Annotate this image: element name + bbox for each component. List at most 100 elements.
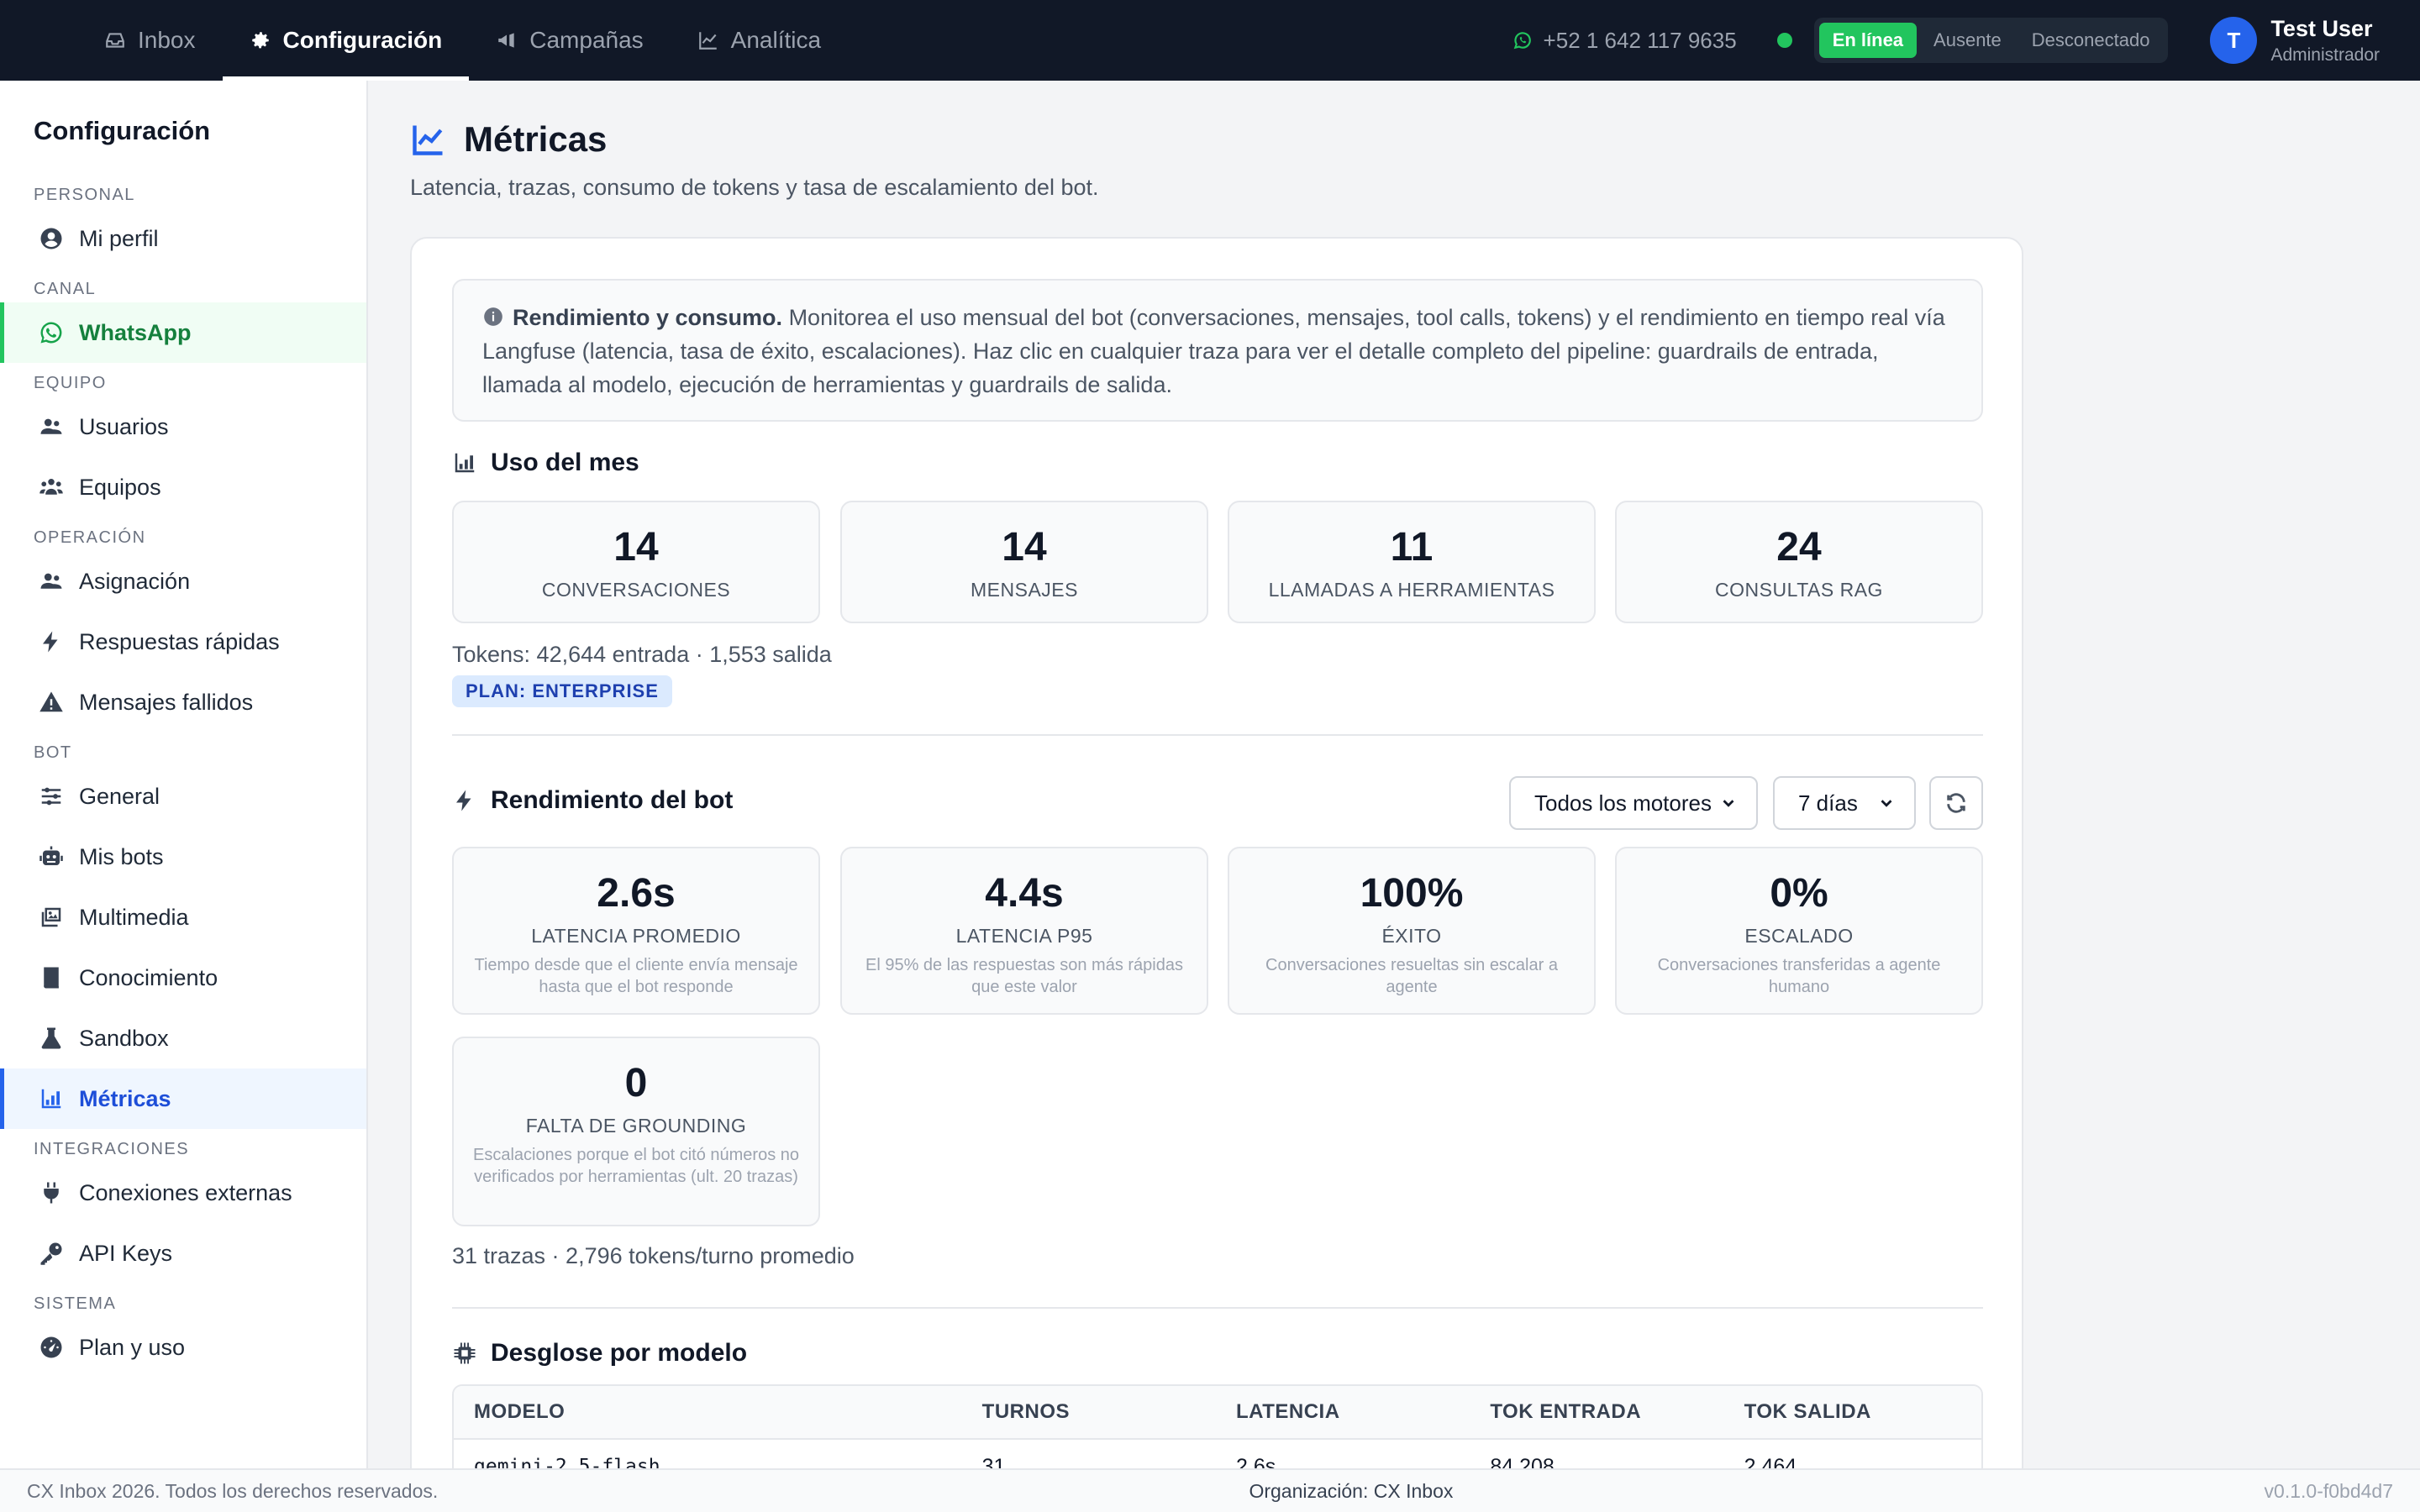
user-circle-icon (40, 228, 62, 249)
stat-label: ÉXITO (1381, 925, 1442, 947)
whatsapp-icon (40, 322, 62, 344)
chart-line-icon (698, 32, 717, 50)
robot-icon (39, 846, 63, 865)
tab-inbox-label: Inbox (138, 27, 196, 53)
book-icon (44, 967, 59, 989)
chart-line-icon (413, 125, 443, 155)
section-sistema: SISTEMA (34, 1294, 117, 1313)
column-header[interactable]: MODELO (454, 1400, 982, 1424)
stat-card-tool-calls: 11 LLAMADAS A HERRAMIENTAS (1228, 501, 1596, 623)
stat-label: FALTA DE GROUNDING (525, 1115, 747, 1137)
status-toggle: En línea Ausente Desconectado (1813, 18, 2169, 63)
stat-description: El 95% de las respuestas son más rápidas… (865, 956, 1183, 996)
warning-icon (39, 691, 63, 712)
sidebar-item-sandbox[interactable]: Sandbox (0, 1008, 366, 1068)
sidebar-item-failed-messages[interactable]: Mensajes fallidos (0, 672, 366, 732)
sidebar-item-label: Sandbox (79, 1025, 169, 1051)
sidebar-item-multimedia[interactable]: Multimedia (0, 887, 366, 948)
sidebar-item-users[interactable]: Usuarios (0, 396, 366, 457)
metrics-card: Rendimiento y consumo. Monitorea el uso … (410, 237, 2023, 1468)
settings-sidebar: Configuración PERSONAL Mi perfil CANAL W… (0, 81, 368, 1468)
refresh-button[interactable] (1929, 776, 1983, 830)
sidebar-item-label: Plan y uso (79, 1334, 186, 1360)
stat-label: LLAMADAS A HERRAMIENTAS (1268, 579, 1555, 601)
status-online[interactable]: En línea (1818, 23, 1918, 58)
phone-number: +52 1 642 117 9635 (1543, 27, 1737, 53)
avatar[interactable]: T (2210, 17, 2258, 64)
images-icon (41, 907, 61, 927)
sidebar-item-teams[interactable]: Equipos (0, 457, 366, 517)
sidebar-item-whatsapp[interactable]: WhatsApp (0, 302, 366, 363)
info-icon (484, 307, 502, 326)
megaphone-icon (498, 33, 514, 48)
stat-card-rag-queries: 24 CONSULTAS RAG (1615, 501, 1983, 623)
gear-icon (251, 32, 269, 49)
table-row[interactable]: gemini-2.5-flash 31 2.6s 84,208 2,464 (454, 1440, 1981, 1469)
sidebar-item-label: Mensajes fallidos (79, 689, 254, 715)
sidebar-item-plan[interactable]: Plan y uso (0, 1317, 366, 1378)
sidebar-item-profile[interactable]: Mi perfil (0, 208, 366, 269)
breakdown-heading: Desglose por modelo (452, 1339, 747, 1368)
page-title-text: Métricas (464, 119, 608, 159)
sidebar-item-label: Conocimiento (79, 964, 218, 990)
sidebar-item-metrics[interactable]: Métricas (0, 1068, 366, 1129)
chevron-down-icon (1881, 800, 1892, 807)
flask-icon (41, 1027, 61, 1049)
plug-icon (44, 1182, 59, 1204)
whatsapp-icon (1513, 32, 1531, 50)
column-header[interactable]: LATENCIA (1236, 1400, 1490, 1424)
engine-select[interactable]: Todos los motores (1509, 776, 1758, 830)
breakdown-title: Desglose por modelo (491, 1339, 748, 1367)
sidebar-item-label: WhatsApp (79, 319, 192, 345)
sliders-icon (41, 787, 61, 806)
bolt-icon (456, 790, 471, 811)
whatsapp-phone: +52 1 642 117 9635 (1512, 28, 1737, 54)
stat-value: 24 (1776, 525, 1822, 570)
column-header[interactable]: TOK ENTRADA (1490, 1400, 1744, 1424)
column-header[interactable]: TOK SALIDA (1744, 1400, 1981, 1424)
tab-inbox[interactable]: Inbox (77, 0, 223, 81)
tokens-summary: Tokens: 42,644 entrada · 1,553 salida (452, 642, 832, 667)
section-integraciones: INTEGRACIONES (34, 1140, 190, 1158)
main-content: Métricas Latencia, trazas, consumo de to… (370, 81, 2420, 1468)
status-away[interactable]: Ausente (1920, 23, 2015, 58)
range-select[interactable]: 7 días (1773, 776, 1916, 830)
users-icon (40, 418, 62, 434)
sidebar-item-api-keys[interactable]: API Keys (0, 1223, 366, 1284)
sidebar-title: Configuración (34, 116, 211, 145)
section-bot: BOT (34, 743, 72, 762)
stat-card-escalated: 0% ESCALADO Conversaciones transferidas … (1615, 847, 1983, 1015)
status-offline[interactable]: Desconectado (2018, 23, 2164, 58)
tab-analitica-label: Analítica (730, 27, 822, 53)
top-navbar: Inbox Configuración Campañas Analítica +… (0, 0, 2420, 81)
stat-card-conversations: 14 CONVERSACIONES (452, 501, 820, 623)
range-select-value: 7 días (1798, 790, 1858, 816)
sidebar-item-external-connections[interactable]: Conexiones externas (0, 1163, 366, 1223)
tab-campanas[interactable]: Campañas (469, 0, 670, 81)
table-cell: gemini-2.5-flash (474, 1456, 660, 1468)
stat-card-p95-latency: 4.4s LATENCIA P95 El 95% de las respuest… (840, 847, 1208, 1015)
table-cell: 84,208 (1490, 1454, 1555, 1469)
info-callout: Rendimiento y consumo. Monitorea el uso … (452, 279, 1983, 422)
user-name: Test User (2270, 15, 2373, 41)
sidebar-item-general[interactable]: General (0, 766, 366, 827)
nav-right: +52 1 642 117 9635 En línea Ausente Desc… (1512, 0, 2420, 81)
sidebar-item-my-bots[interactable]: Mis bots (0, 827, 366, 887)
page-subtitle: Latencia, trazas, consumo de tokens y ta… (410, 175, 1099, 200)
stat-value: 14 (613, 525, 659, 570)
tab-analitica[interactable]: Analítica (671, 0, 848, 81)
tab-configuracion[interactable]: Configuración (222, 0, 470, 81)
sidebar-item-label: Mis bots (79, 843, 164, 869)
refresh-icon (1947, 793, 1965, 813)
table-cell: 2,464 (1744, 1454, 1797, 1469)
user-info[interactable]: Test User Administrador (2270, 16, 2380, 66)
column-header[interactable]: TURNOS (982, 1400, 1236, 1424)
sidebar-item-assignment[interactable]: Asignación (0, 551, 366, 612)
info-title: Rendimiento y consumo. (513, 305, 783, 330)
sidebar-item-knowledge[interactable]: Conocimiento (0, 948, 366, 1008)
inbox-icon (106, 33, 124, 48)
stat-description: Escalaciones porque el bot citó números … (472, 1146, 799, 1186)
section-canal: CANAL (34, 280, 97, 298)
section-personal: PERSONAL (34, 186, 135, 204)
sidebar-item-quick-replies[interactable]: Respuestas rápidas (0, 612, 366, 672)
